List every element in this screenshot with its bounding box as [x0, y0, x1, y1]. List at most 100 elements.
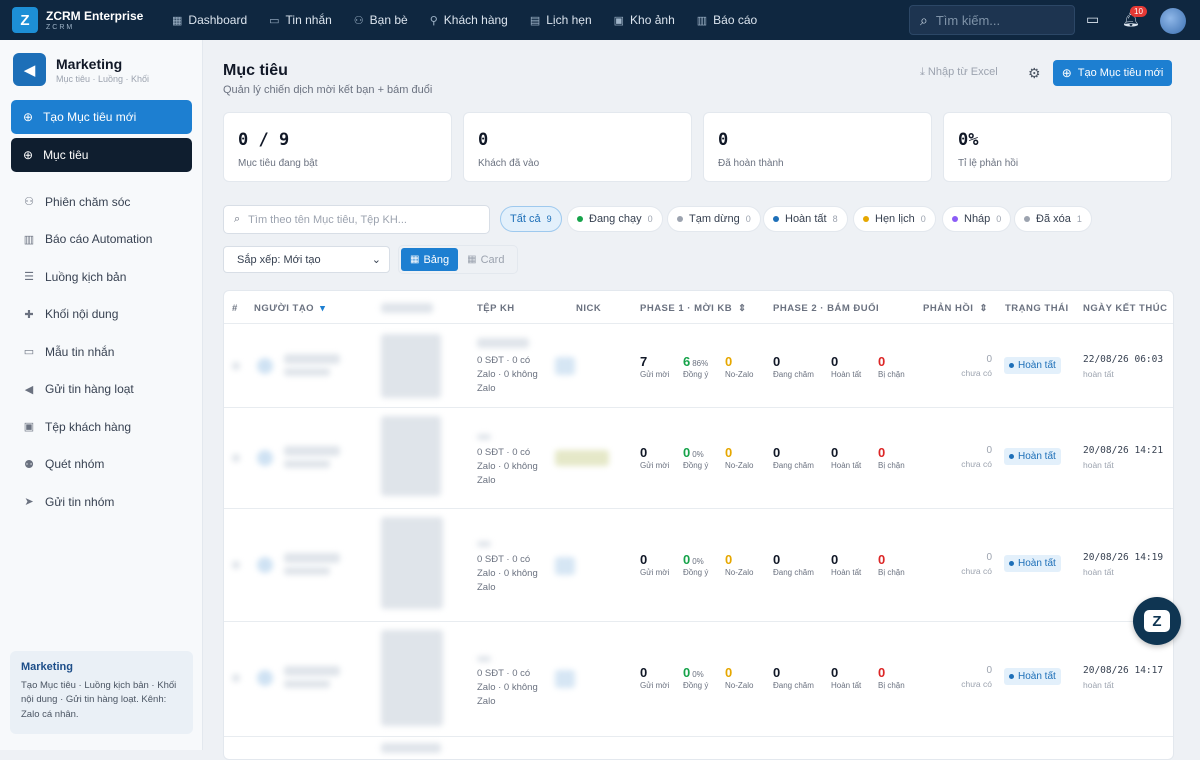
sidebar-item-group-scan[interactable]: ⚉ Quét nhóm — [0, 446, 203, 484]
sidebar-info-title: Marketing — [21, 661, 73, 673]
metric-accepted: 0 0% Đồng ý — [683, 552, 709, 577]
download-icon: ⤓ — [920, 66, 928, 78]
nav-messages[interactable]: ▭ Tin nhắn — [269, 13, 332, 27]
target-icon: ⊕ — [23, 148, 34, 162]
send-icon: ➤ — [24, 496, 34, 509]
table-row[interactable] — [224, 736, 1173, 759]
nav-calendar[interactable]: ▤ Lịch hẹn — [530, 13, 592, 27]
sidebar-item-goals[interactable]: ⊕ Mục tiêu — [11, 138, 192, 172]
filter-chip-completed[interactable]: Hoàn tất 8 — [763, 206, 848, 232]
sidebar-item-automation-report[interactable]: ▥ Báo cáo Automation — [0, 221, 203, 259]
filter-chip-paused[interactable]: Tạm dừng 0 — [667, 206, 761, 232]
nav-customers[interactable]: ⚲ Khách hàng — [430, 13, 508, 27]
col-response[interactable]: PHẢN HỒI ⇕ — [923, 303, 988, 314]
metric-sent: 7 Gửi mời — [640, 354, 670, 379]
sort-icon: ⇕ — [738, 303, 747, 314]
sidebar-item-content-blocks[interactable]: ✚ Khối nội dung — [0, 296, 203, 334]
end-date-cell: 20/08/26 14:17 hoàn tất — [1083, 665, 1164, 690]
page-subtitle: Quản lý chiến dịch mời kết bạn + bám đuổ… — [223, 84, 433, 96]
global-search-input[interactable]: ⌕ Tìm kiếm... — [909, 5, 1075, 35]
table-row[interactable]: 0 SĐT · 0 có Zalo · 0 không Zalo 0 Gửi mờ… — [224, 407, 1173, 508]
filter-chip-deleted[interactable]: Đã xóa 1 — [1014, 206, 1092, 232]
metric-sent: 0 Gửi mời — [640, 445, 670, 470]
filter-chip-all[interactable]: Tất cả 9 — [500, 206, 562, 232]
view-table-button[interactable]: ▦ Bảng — [401, 248, 459, 271]
col-name-blurred — [381, 303, 433, 313]
col-creator[interactable]: NGƯỜI TẠO ▾ — [254, 303, 325, 314]
sidebar-item-care-sessions[interactable]: ⚇ Phiên chăm sóc — [0, 183, 203, 221]
sidebar-item-script-flows[interactable]: ☰ Luồng kịch bản — [0, 258, 203, 296]
nav-dashboard[interactable]: ▦ Dashboard — [172, 13, 247, 27]
nav-reports[interactable]: ▥ Báo cáo — [697, 13, 757, 27]
filter-chip-running[interactable]: Đang chạy 0 — [567, 206, 663, 232]
chevron-down-icon: ⌄ — [371, 254, 381, 266]
metric-accepted: 0 0% Đồng ý — [683, 665, 709, 690]
chart-icon: ▥ — [23, 233, 35, 246]
status-badge: Hoàn tất — [1004, 448, 1061, 465]
status-badge: Hoàn tất — [1004, 357, 1061, 374]
megaphone-icon: ◀ — [13, 53, 46, 86]
sidebar-create-goal-button[interactable]: ⊕ Tạo Mục tiêu mới — [11, 100, 192, 134]
metric-done: 0 Hoàn tất — [831, 552, 862, 577]
goal-search-input[interactable]: ⌕ Tìm theo tên Mục tiêu, Tệp KH... — [223, 205, 490, 234]
view-card-button[interactable]: ▦ Card — [458, 248, 513, 271]
metric-nozalo: 0 No-Zalo — [725, 354, 754, 379]
file-info: 0 SĐT · 0 có Zalo · 0 không Zalo — [477, 355, 538, 394]
status-dot — [1024, 216, 1030, 222]
user-avatar[interactable] — [1160, 8, 1186, 34]
end-date-cell: 22/08/26 06:03 hoàn tất — [1083, 354, 1164, 379]
search-icon: ⌕ — [234, 213, 241, 225]
metric-nozalo: 0 No-Zalo — [725, 552, 754, 577]
status-dot — [677, 216, 683, 222]
table-row[interactable]: 0 SĐT · 0 có Zalo · 0 không Zalo 0 Gửi mờ… — [224, 621, 1173, 736]
response-cell: 0 chưa có — [961, 354, 992, 378]
metric-blocked: 0 Bị chặn — [878, 354, 905, 379]
metric-blocked: 0 Bị chặn — [878, 552, 905, 577]
gear-icon[interactable]: ⚙ — [1028, 65, 1041, 82]
metric-accepted: 0 0% Đồng ý — [683, 445, 709, 470]
table-row[interactable]: 0 SĐT · 0 có Zalo · 0 không Zalo 0 Gửi mờ… — [224, 508, 1173, 621]
device-icon[interactable]: ▭ — [1086, 11, 1099, 28]
metric-sent: 0 Gửi mời — [640, 552, 670, 577]
table-row[interactable]: 0 SĐT · 0 có Zalo · 0 không Zalo 7 Gửi mờ… — [224, 323, 1173, 407]
import-excel-button[interactable]: ⤓ Nhập từ Excel — [920, 66, 998, 79]
brand-logo[interactable]: Z ZCRM Enterprise ZCRM — [12, 7, 162, 33]
nav-friends[interactable]: ⚇ Bạn bè — [354, 13, 408, 27]
metric-nozalo: 0 No-Zalo — [725, 665, 754, 690]
col-phase2: PHASE 2 · BÁM ĐUỔI — [773, 303, 880, 314]
plus-circle-icon: ⊕ — [1061, 66, 1072, 80]
contact-card-icon: ▣ — [23, 421, 35, 434]
sidebar-item-group-send[interactable]: ➤ Gửi tin nhóm — [0, 483, 203, 521]
nav-gallery[interactable]: ▣ Kho ảnh — [614, 13, 675, 27]
view-toggle: ▦ Bảng ▦ Card — [398, 245, 518, 274]
col-end-date: NGÀY KẾT THÚC — [1083, 303, 1168, 314]
notification-badge: 10 — [1130, 6, 1147, 17]
create-goal-button[interactable]: ⊕ Tạo Mục tiêu mới — [1053, 60, 1172, 86]
filter-chip-draft[interactable]: Nháp 0 — [942, 206, 1012, 232]
file-info: 0 SĐT · 0 có Zalo · 0 không Zalo — [477, 668, 538, 707]
sidebar-item-message-templates[interactable]: ▭ Mẫu tin nhắn — [0, 333, 203, 371]
sort-desc-icon: ▾ — [320, 303, 326, 314]
sidebar-title: Marketing — [56, 55, 123, 72]
sidebar-item-customer-files[interactable]: ▣ Tệp khách hàng — [0, 408, 203, 446]
brand-logo-icon: Z — [12, 7, 38, 33]
col-phase1[interactable]: PHASE 1 · MỜI KB ⇕ — [640, 303, 747, 314]
status-badge: Hoàn tất — [1004, 555, 1061, 572]
zalo-logo-icon: Z — [1144, 610, 1170, 632]
stat-card-customers-in: 0 Khách đã vào — [463, 112, 692, 182]
metric-done: 0 Hoàn tất — [831, 445, 862, 470]
status-badge: Hoàn tất — [1004, 668, 1061, 685]
list-icon: ☰ — [24, 271, 34, 284]
metric-nozalo: 0 No-Zalo — [725, 445, 754, 470]
sidebar-item-bulk-send[interactable]: ◀ Gửi tin hàng loạt — [0, 371, 203, 409]
megaphone-icon: ◀ — [24, 383, 34, 396]
filter-chip-scheduled[interactable]: Hẹn lịch 0 — [853, 206, 936, 232]
file-info: 0 SĐT · 0 có Zalo · 0 không Zalo — [477, 447, 538, 486]
zalo-chat-fab[interactable]: Z — [1133, 597, 1181, 645]
global-search-placeholder: Tìm kiếm... — [935, 12, 1001, 28]
search-icon: ⌕ — [920, 11, 928, 28]
status-dot — [773, 216, 779, 222]
report-icon: ▥ — [696, 14, 708, 27]
sort-select[interactable]: Sắp xếp: Mới tạo ⌄ — [223, 246, 390, 273]
puzzle-icon: ✚ — [24, 308, 34, 321]
